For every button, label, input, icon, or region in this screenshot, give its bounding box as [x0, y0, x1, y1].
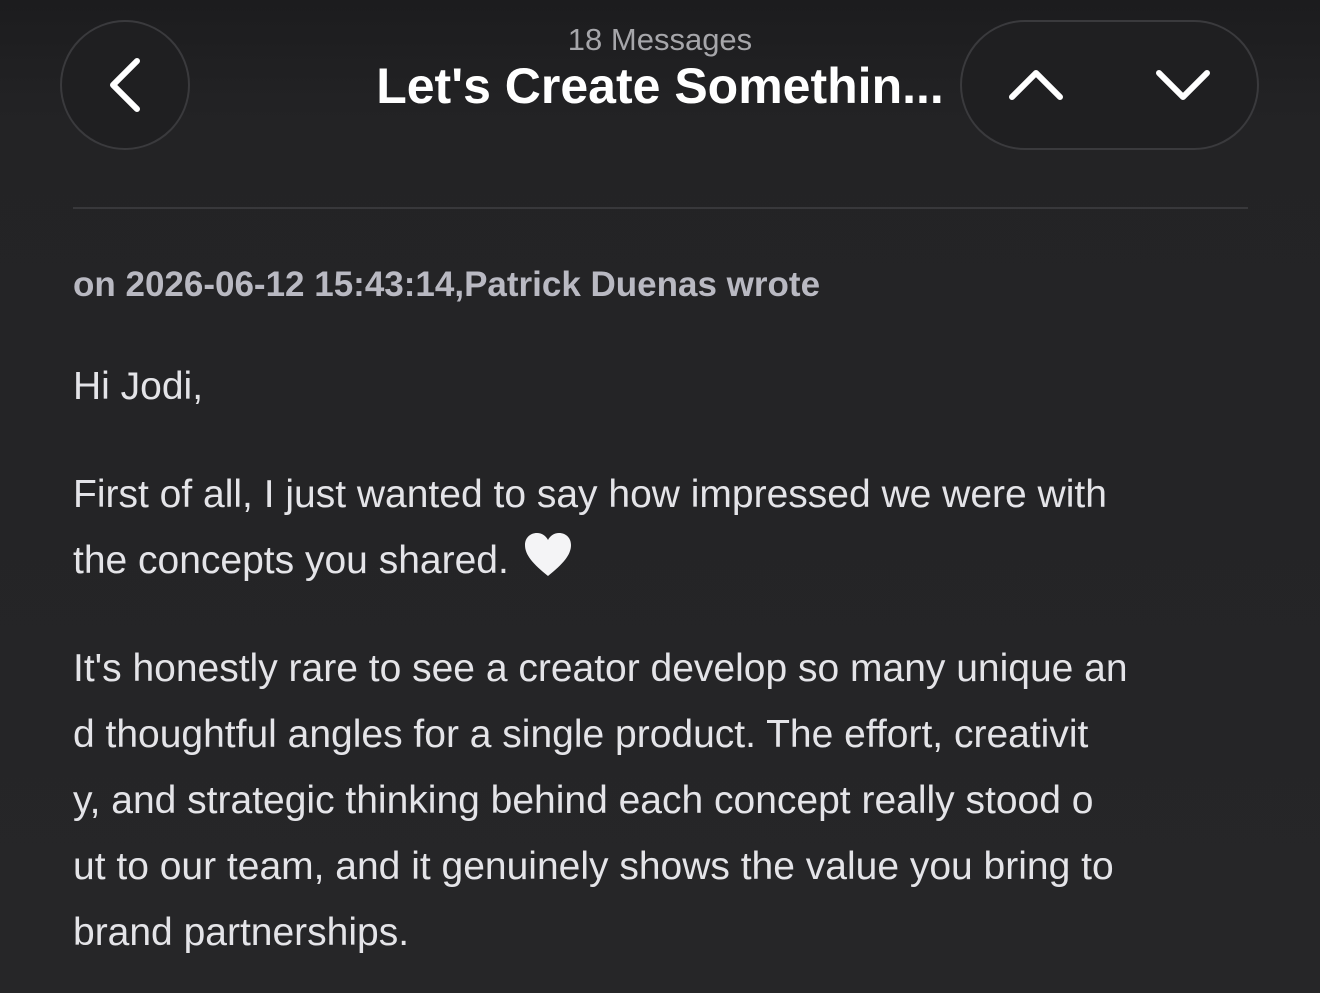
paragraph-2-line: ut to our team, and it genuinely shows t… — [73, 845, 1114, 888]
chevron-left-icon — [110, 58, 140, 112]
message-paragraph-1: First of all, I just wanted to say how i… — [73, 462, 1263, 600]
paragraph-2-line: brand partnerships. — [73, 911, 410, 954]
paragraph-2-line: It's honestly rare to see a creator deve… — [73, 647, 1128, 690]
message-paragraph-2: It's honestly rare to see a creator deve… — [73, 636, 1263, 966]
quoted-message-header: on 2026-06-12 15:43:14,Patrick Duenas wr… — [73, 265, 821, 304]
thread-title: Let's Create Somethin... — [376, 58, 944, 114]
paragraph-2-line: d thoughtful angles for a single product… — [73, 713, 1089, 756]
greeting-text: Hi Jodi, — [73, 365, 204, 408]
message-count: 18 Messages — [567, 22, 753, 57]
next-message-button[interactable] — [1110, 22, 1258, 148]
previous-message-button[interactable] — [962, 22, 1110, 148]
white-heart-icon — [523, 531, 573, 600]
paragraph-1-line: the concepts you shared. — [73, 528, 1263, 600]
chevron-up-icon — [1008, 70, 1063, 100]
chevron-down-icon — [1156, 70, 1211, 100]
paragraph-1-line: First of all, I just wanted to say how i… — [73, 473, 1107, 516]
message-navigation — [960, 20, 1259, 150]
email-thread-view: 18 Messages Let's Create Somethin... on … — [0, 0, 1320, 993]
paragraph-1-line-text: the concepts you shared. — [73, 539, 509, 582]
paragraph-2-line: y, and strategic thinking behind each co… — [73, 779, 1094, 822]
thread-header: 18 Messages Let's Create Somethin... — [330, 22, 990, 115]
header-divider — [73, 207, 1248, 209]
back-button[interactable] — [60, 20, 190, 150]
